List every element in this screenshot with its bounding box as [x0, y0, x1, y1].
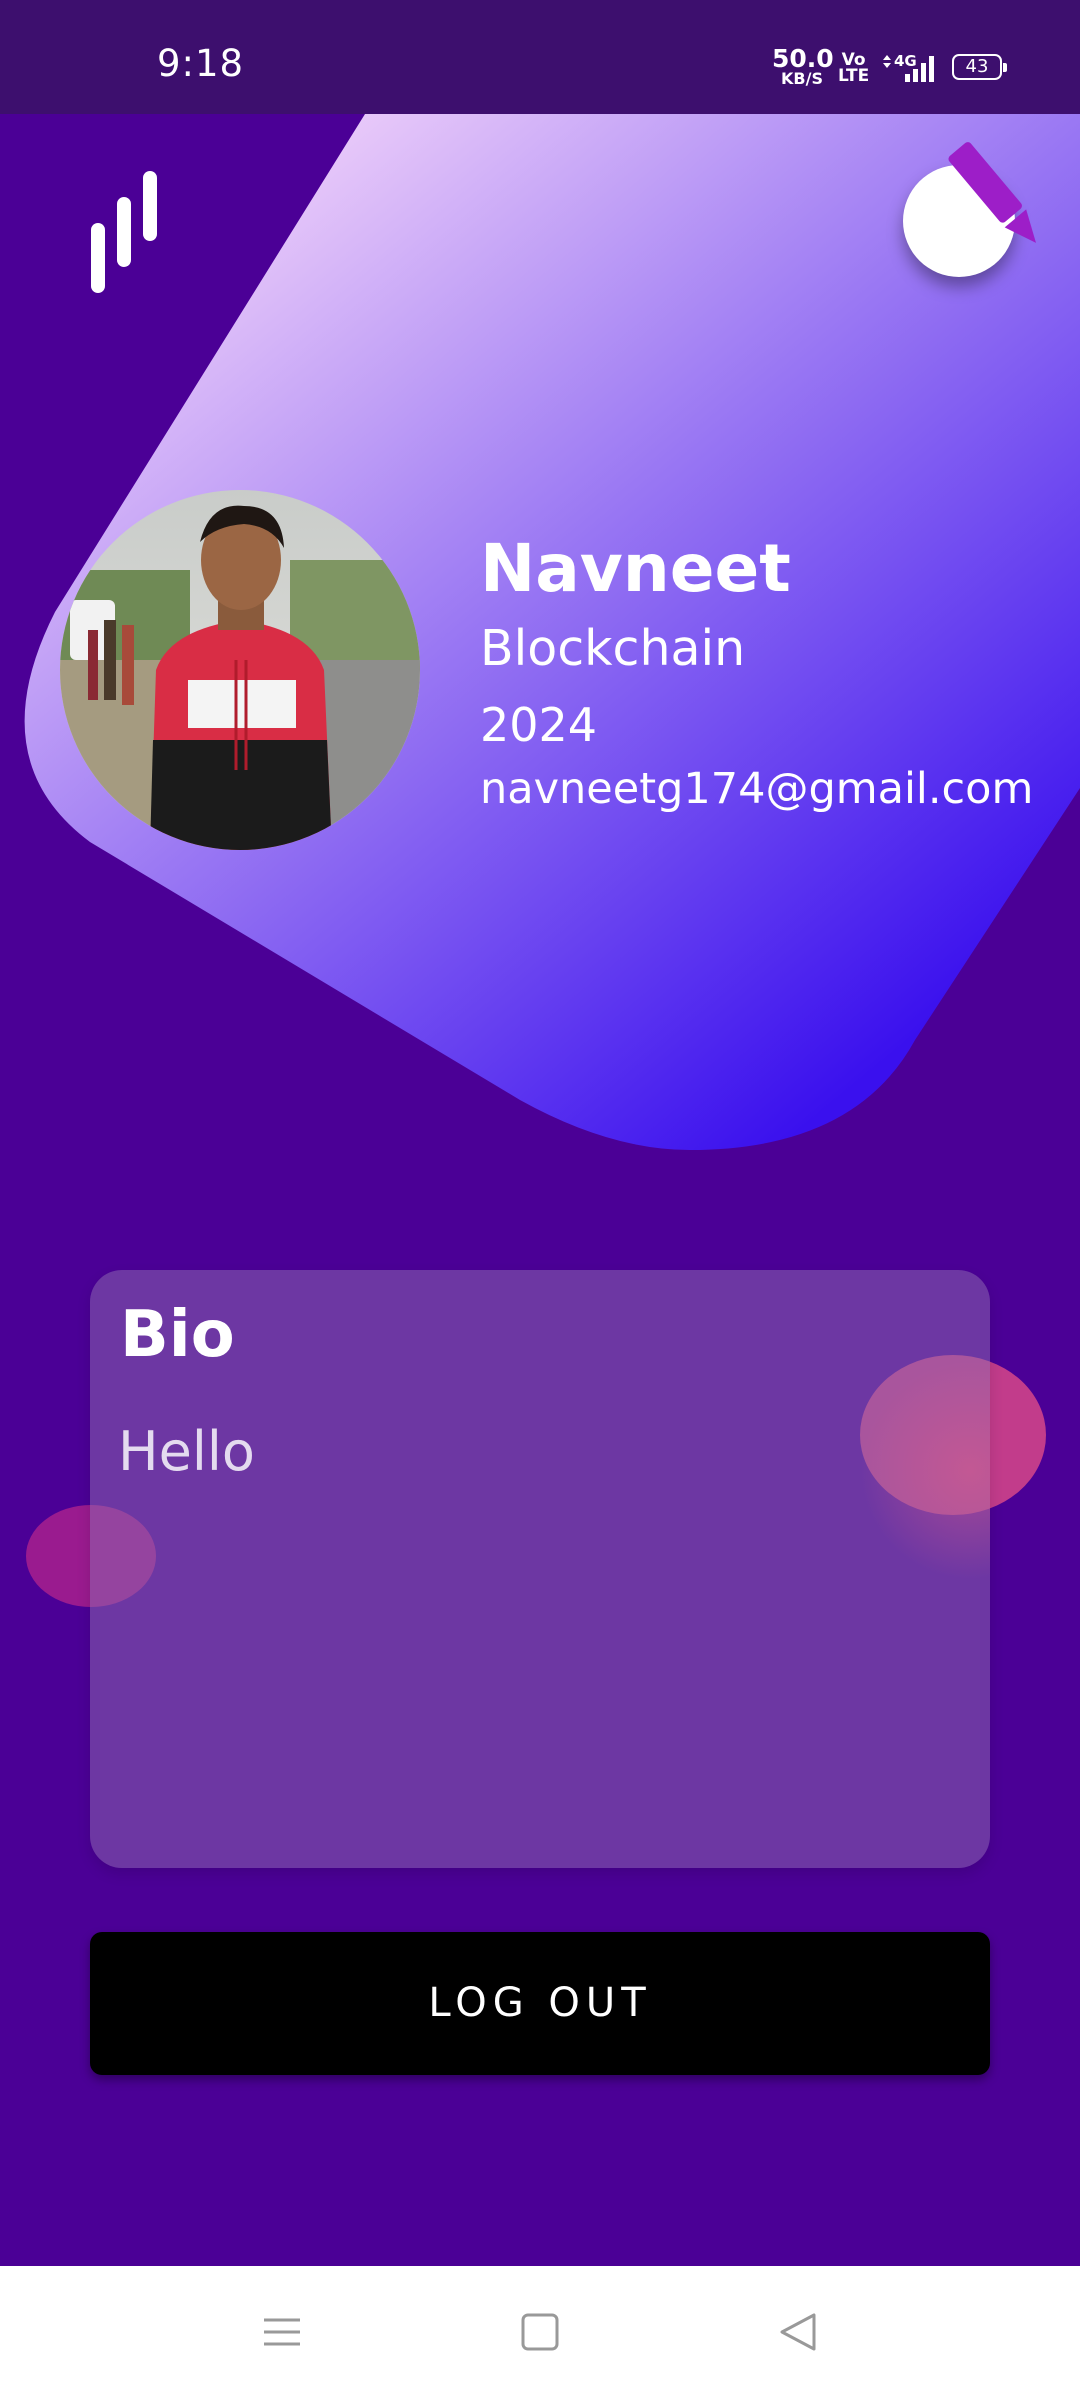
battery-icon: 43	[952, 54, 1007, 80]
status-time: 9:18	[157, 42, 245, 85]
volte-indicator: Vo LTE	[838, 52, 870, 87]
profile-email: navneetg174@gmail.com	[480, 764, 1034, 814]
pencil-icon[interactable]	[940, 140, 1060, 260]
profile-name: Navneet	[480, 530, 791, 607]
signal-icon: 4G	[883, 52, 934, 82]
network-speed-value: 50.0	[772, 44, 834, 73]
network-speed: 50.0 KB/S	[772, 44, 834, 88]
volte-bottom: LTE	[838, 66, 870, 87]
bio-card: Bio Hello	[90, 1270, 990, 1868]
network-speed-unit: KB/S	[781, 69, 823, 88]
square-icon[interactable]	[518, 2302, 562, 2362]
profile-branch: Blockchain	[480, 620, 746, 677]
menu-lines-icon[interactable]	[260, 2302, 304, 2362]
logout-button[interactable]: LOG OUT	[90, 1932, 990, 2075]
profile-year: 2024	[480, 698, 598, 752]
navigation-bar	[0, 2266, 1080, 2400]
bars-icon[interactable]	[84, 160, 164, 300]
bio-text: Hello	[118, 1420, 255, 1483]
bio-title: Bio	[120, 1298, 235, 1372]
triangle-back-icon[interactable]	[776, 2302, 820, 2362]
avatar	[60, 490, 420, 850]
card-glow	[860, 1360, 990, 1580]
network-type: 4G	[894, 52, 917, 70]
status-bar: 9:18 50.0 KB/S Vo LTE 4G 43	[0, 0, 1080, 114]
